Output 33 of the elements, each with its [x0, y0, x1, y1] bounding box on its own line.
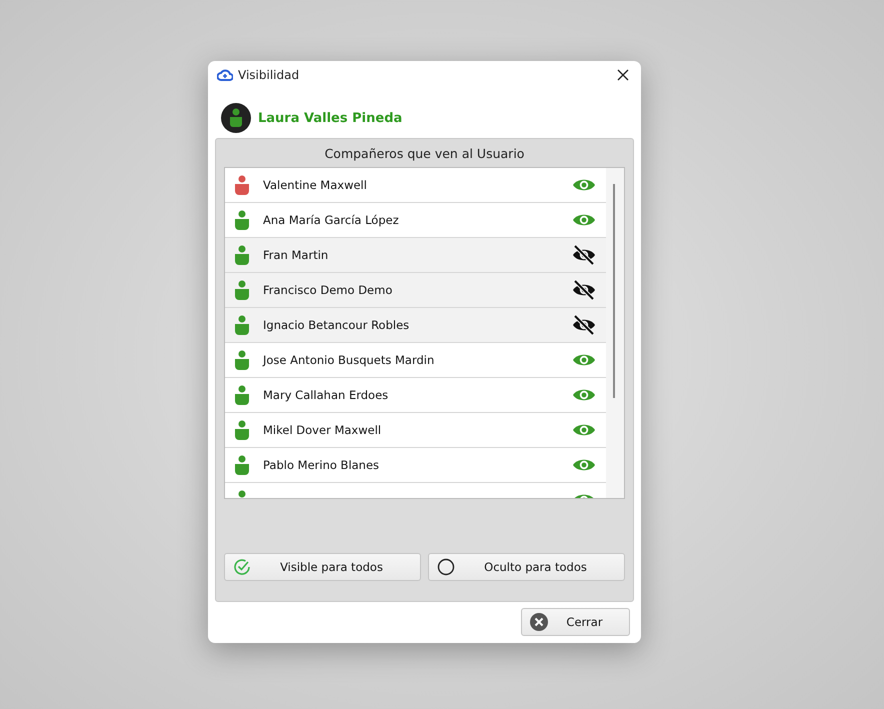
companion-row[interactable]: Francisco Demo Demo: [225, 273, 606, 308]
eye-icon[interactable]: [572, 387, 596, 403]
avatar-icon: [221, 103, 251, 133]
companion-row[interactable]: Ignacio Betancour Robles: [225, 308, 606, 343]
companion-name: Ana María García López: [263, 213, 400, 227]
cloud-icon: [217, 69, 233, 81]
companion-name: Jose Antonio Busquets Mardin: [263, 353, 436, 367]
companion-name: Valentine Maxwell: [263, 178, 368, 192]
eye-slash-icon[interactable]: [572, 280, 596, 300]
panel-title: Compañeros que ven al Usuario: [324, 145, 526, 163]
companion-row[interactable]: Fran Martin: [225, 238, 606, 273]
eye-icon[interactable]: [572, 457, 596, 473]
eye-slash-icon[interactable]: [572, 245, 596, 265]
window-title: Visibilidad: [238, 68, 300, 82]
scrollbar-thumb[interactable]: [613, 184, 615, 398]
check-circle-icon: [233, 558, 251, 576]
companion-name: Mikel Dover Maxwell: [263, 423, 382, 437]
user-name: Laura Valles Pineda: [258, 110, 402, 126]
companion-name: Pablo Merino Blanes: [263, 458, 380, 472]
eye-slash-icon[interactable]: [572, 315, 596, 335]
eye-icon[interactable]: [572, 177, 596, 193]
companion-name: Mary Callahan Erdoes: [263, 388, 390, 402]
eye-icon[interactable]: [572, 352, 596, 368]
circle-icon: [437, 558, 455, 576]
bulk-button[interactable]: Oculto para todos: [428, 553, 625, 581]
companion-name: Francisco Demo Demo: [263, 283, 394, 297]
close-button[interactable]: Cerrar: [521, 608, 630, 636]
companion-name: Ignacio Betancour Robles: [263, 318, 410, 332]
eye-icon[interactable]: [572, 422, 596, 438]
eye-icon[interactable]: [572, 212, 596, 228]
close-icon: [530, 613, 548, 631]
bulk-button[interactable]: Visible para todos: [224, 553, 421, 581]
companion-name: Fran Martin: [263, 248, 330, 262]
